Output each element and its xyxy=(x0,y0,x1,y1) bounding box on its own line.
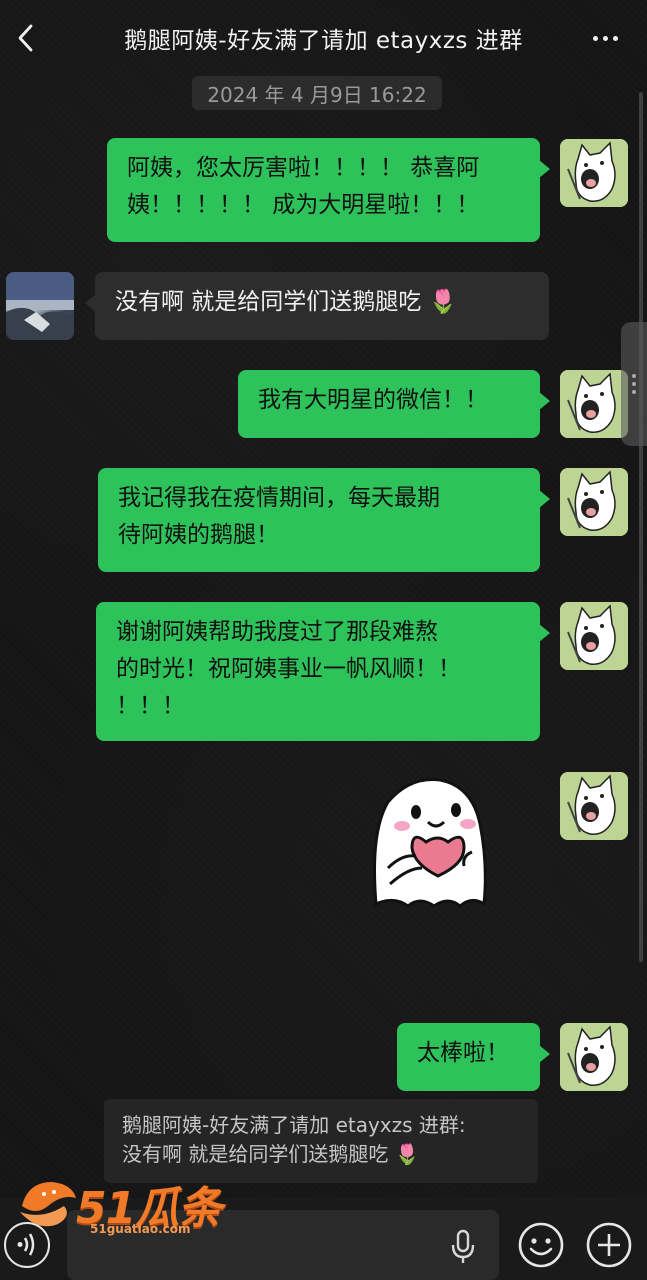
dot-icon xyxy=(602,35,608,41)
message-text: 没有啊 就是给同学们送鹅腿吃 🌷 xyxy=(115,289,458,315)
message-bubble-received[interactable]: 没有啊 就是给同学们送鹅腿吃 🌷 xyxy=(85,272,549,340)
quote-line: 没有啊 就是给同学们送鹅腿吃 🌷 xyxy=(122,1142,420,1166)
cat-avatar-icon xyxy=(560,772,628,840)
cat-avatar-icon xyxy=(560,370,628,438)
chat-header: 鹅腿阿姨-好友满了请加 etayxzs 进群 xyxy=(0,0,647,76)
message-text-line: 谢谢阿姨帮助我度过了那段难熬 xyxy=(116,619,438,645)
emoji-icon[interactable] xyxy=(517,1221,565,1269)
contact-avatar[interactable] xyxy=(6,272,74,340)
my-avatar[interactable] xyxy=(560,1023,628,1091)
plus-icon[interactable] xyxy=(585,1221,633,1269)
melon-logo-icon xyxy=(20,1182,76,1227)
dot-icon xyxy=(612,35,618,41)
message-text: 我有大明星的微信！！ xyxy=(258,387,488,413)
landscape-avatar-icon xyxy=(6,272,74,340)
message-text-line: 姨！！！！！ 成为大明星啦！！！ xyxy=(127,192,480,218)
cat-avatar-icon xyxy=(560,139,628,207)
message-text: 太棒啦！ xyxy=(417,1040,509,1066)
my-avatar[interactable] xyxy=(560,468,628,536)
my-avatar[interactable] xyxy=(560,772,628,840)
message-text-line: 的时光！祝阿姨事业一帆风顺！！ xyxy=(116,656,461,682)
message-bubble-sent[interactable]: 阿姨，您太厉害啦！！！！ 恭喜阿 姨！！！！！ 成为大明星啦！！！ xyxy=(107,138,550,242)
message-timestamp: 2024 年 4 月9日 16:22 xyxy=(192,76,442,110)
message-text-line: ！！！ xyxy=(116,693,185,719)
message-bubble-sent[interactable]: 太棒啦！ xyxy=(397,1023,550,1091)
message-bubble-sent[interactable]: 谢谢阿姨帮助我度过了那段难熬 的时光！祝阿姨事业一帆风顺！！ ！！！ xyxy=(96,602,550,741)
message-text-line: 待阿姨的鹅腿！ xyxy=(118,522,279,548)
my-avatar[interactable] xyxy=(560,370,628,438)
ghost-heart-sticker[interactable] xyxy=(368,772,492,912)
message-text-line: 我记得我在疫情期间，每天最期 xyxy=(118,485,440,511)
quote-line: 鹅腿阿姨-好友满了请加 etayxzs 进群: xyxy=(122,1113,466,1137)
dot-icon xyxy=(632,382,636,386)
microphone-icon[interactable] xyxy=(450,1229,476,1265)
message-bubble-sent[interactable]: 我记得我在疫情期间，每天最期 待阿姨的鹅腿！ xyxy=(98,468,550,572)
chevron-left-icon xyxy=(18,24,33,52)
dot-icon xyxy=(632,374,636,378)
scroll-handle[interactable] xyxy=(621,322,647,446)
quoted-message[interactable]: 鹅腿阿姨-好友满了请加 etayxzs 进群: 没有啊 就是给同学们送鹅腿吃 🌷 xyxy=(104,1099,538,1183)
back-button[interactable] xyxy=(8,18,42,58)
watermark-url: 51guatiao.com xyxy=(90,1222,191,1236)
dot-icon xyxy=(592,35,598,41)
dot-icon xyxy=(632,390,636,394)
my-avatar[interactable] xyxy=(560,139,628,207)
my-avatar[interactable] xyxy=(560,602,628,670)
message-bubble-sent[interactable]: 我有大明星的微信！！ xyxy=(238,370,550,438)
scrollbar[interactable] xyxy=(639,92,643,962)
more-options-button[interactable] xyxy=(585,24,625,52)
message-text-line: 阿姨，您太厉害啦！！！！ 恭喜阿 xyxy=(127,155,480,181)
cat-avatar-icon xyxy=(560,468,628,536)
chat-title: 鹅腿阿姨-好友满了请加 etayxzs 进群 xyxy=(124,28,523,54)
cat-avatar-icon xyxy=(560,602,628,670)
cat-avatar-icon xyxy=(560,1023,628,1091)
watermark-logo: 51瓜条 51guatiao.com xyxy=(18,1172,228,1244)
